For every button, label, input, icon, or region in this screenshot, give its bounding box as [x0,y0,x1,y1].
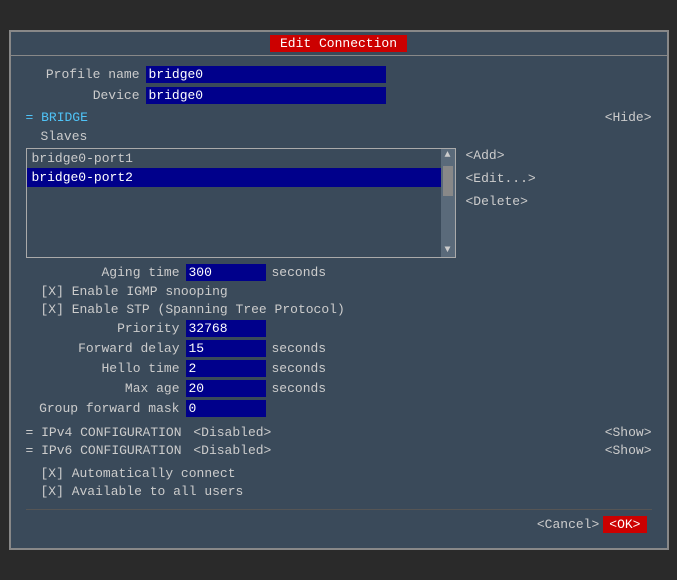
ipv6-label: = IPv6 CONFIGURATION <Disabled> [26,443,272,458]
main-content: Profile name Device = BRIDGE <Hide> Slav… [11,56,667,548]
ipv6-show-button[interactable]: <Show> [605,443,652,458]
ipv6-row: = IPv6 CONFIGURATION <Disabled> <Show> [26,443,652,458]
hello-time-unit: seconds [272,361,327,376]
stp-label[interactable]: [X] Enable STP (Spanning Tree Protocol) [41,302,345,317]
igmp-snooping-row: [X] Enable IGMP snooping [41,284,652,299]
device-label: Device [26,88,146,103]
all-users-row: [X] Available to all users [41,484,652,499]
scrollbar: ▲ ▼ [441,149,455,257]
delete-button[interactable]: <Delete> [466,194,536,209]
edit-connection-window: Edit Connection Profile name Device = BR… [9,30,669,550]
max-age-unit: seconds [272,381,327,396]
stp-row: [X] Enable STP (Spanning Tree Protocol) [41,302,652,317]
edit-button[interactable]: <Edit...> [466,171,536,186]
ok-button[interactable]: <OK> [603,516,646,533]
slaves-buttons: <Add> <Edit...> <Delete> [466,148,536,258]
slave-item-port2[interactable]: bridge0-port2 [27,168,455,187]
slaves-section: bridge0-port1 bridge0-port2 ▲ ▼ <Add> <E… [26,148,652,258]
ipv4-status: <Disabled> [193,425,271,440]
title-bar: Edit Connection [11,32,667,56]
hello-time-input[interactable] [186,360,266,377]
forward-delay-input[interactable] [186,340,266,357]
ipv6-config-label: = IPv6 CONFIGURATION [26,443,182,458]
priority-label: Priority [26,321,186,336]
igmp-snooping-label[interactable]: [X] Enable IGMP snooping [41,284,228,299]
hello-time-label: Hello time [26,361,186,376]
forward-delay-unit: seconds [272,341,327,356]
priority-row: Priority [26,320,652,337]
ipv4-label: = IPv4 CONFIGURATION <Disabled> [26,425,272,440]
add-button[interactable]: <Add> [466,148,536,163]
group-forward-mask-row: Group forward mask [26,400,652,417]
aging-time-row: Aging time seconds [26,264,652,281]
profile-name-label: Profile name [26,67,146,82]
ipv4-show-button[interactable]: <Show> [605,425,652,440]
scroll-down-arrow[interactable]: ▼ [444,244,450,257]
slave-item-port1[interactable]: bridge0-port1 [27,149,455,168]
aging-time-label: Aging time [26,265,186,280]
aging-time-input[interactable] [186,264,266,281]
slaves-list: bridge0-port1 bridge0-port2 ▲ ▼ [26,148,456,258]
hello-time-row: Hello time seconds [26,360,652,377]
group-forward-mask-input[interactable] [186,400,266,417]
aging-time-unit: seconds [272,265,327,280]
ipv6-status: <Disabled> [193,443,271,458]
priority-input[interactable] [186,320,266,337]
max-age-input[interactable] [186,380,266,397]
device-input[interactable] [146,87,386,104]
all-users-label[interactable]: [X] Available to all users [41,484,244,499]
ipv4-config-label: = IPv4 CONFIGURATION [26,425,182,440]
hide-button[interactable]: <Hide> [605,110,652,125]
scroll-thumb [443,166,453,196]
profile-name-input[interactable] [146,66,386,83]
device-row: Device [26,87,652,104]
group-forward-mask-label: Group forward mask [26,401,186,416]
scroll-up-arrow[interactable]: ▲ [444,149,450,162]
auto-connect-row: [X] Automatically connect [41,466,652,481]
forward-delay-label: Forward delay [26,341,186,356]
bridge-section-header: = BRIDGE <Hide> [26,110,652,125]
cancel-button[interactable]: <Cancel> [537,516,599,533]
slaves-label: Slaves [41,129,652,144]
footer: <Cancel> <OK> [26,509,652,538]
max-age-row: Max age seconds [26,380,652,397]
bridge-label: = BRIDGE [26,110,88,125]
window-title: Edit Connection [270,35,407,52]
forward-delay-row: Forward delay seconds [26,340,652,357]
profile-name-row: Profile name [26,66,652,83]
max-age-label: Max age [26,381,186,396]
ipv4-row: = IPv4 CONFIGURATION <Disabled> <Show> [26,425,652,440]
auto-connect-label[interactable]: [X] Automatically connect [41,466,236,481]
